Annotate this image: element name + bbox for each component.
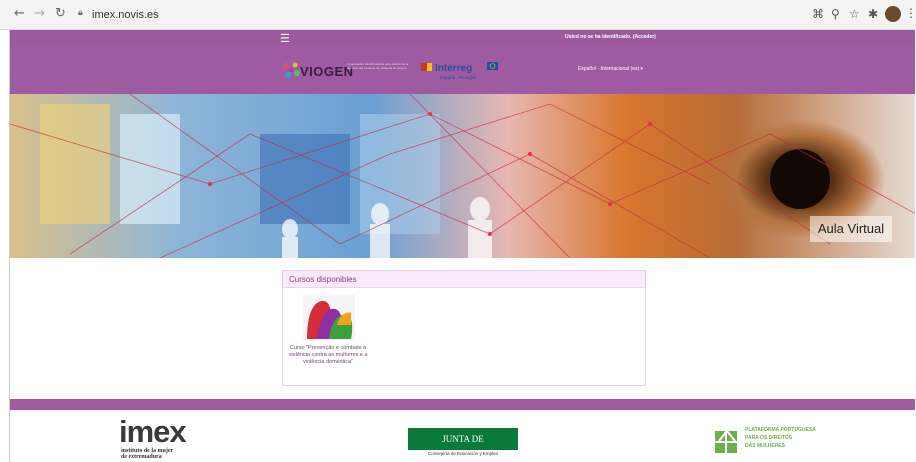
top-navbar: ☰ Usted no se ha identificado. (Acceder) <box>10 30 915 46</box>
junta-subtitle: Consejería de Educación y Empleo <box>427 451 499 456</box>
viogen-logo-text: VIOGEN <box>300 64 354 79</box>
viogen-logo-icon <box>283 62 300 78</box>
hamburger-icon[interactable]: ☰ <box>280 32 290 45</box>
imex-logo-text: imex <box>119 414 187 449</box>
interreg-name: Interreg <box>435 63 472 74</box>
imex-logo: imex instituto de la mujer de extremadur… <box>119 414 209 462</box>
site-header: VIOGEN Cooperación transfronteriza para … <box>10 46 915 94</box>
zoom-icon[interactable]: ⚲ <box>831 7 840 21</box>
interreg-sub: España - Portugal <box>440 75 476 80</box>
back-icon[interactable]: ← <box>14 6 25 21</box>
hero-banner: Aula Virtual <box>10 94 915 258</box>
page: ☰ Usted no se ha identificado. (Acceder)… <box>9 30 915 462</box>
junta-logo: JUNTA DE EXTREMADURA <box>408 428 518 462</box>
viogen-tagline: Cooperación transfronteriza para reducir… <box>347 62 409 70</box>
ppdm-logo-icon <box>715 429 737 453</box>
puzzle-icon[interactable]: ✱ <box>868 7 878 21</box>
ppdm-line2: PARA OS DIREITOS <box>745 435 793 441</box>
course-thumbnail[interactable] <box>303 295 355 341</box>
imex-subtitle: instituto de la mujer de extremadura <box>121 448 221 460</box>
star-icon[interactable]: ☆ <box>849 7 860 21</box>
course-title-link[interactable]: Curso "Prevenção e combate à violência c… <box>287 345 369 366</box>
imex-sub-line2: de extremadura <box>121 454 162 460</box>
login-link[interactable]: Usted no se ha identificado. (Acceder) <box>565 34 656 40</box>
ppdm-line3: DAS MULHERES <box>745 443 786 449</box>
forward-icon[interactable]: → <box>34 6 45 21</box>
course-card[interactable]: Curso "Prevenção e combate à violência c… <box>287 295 369 385</box>
ppdm-line1: PLATAFORMA PORTUGUESA <box>745 427 816 433</box>
menu-dots-icon[interactable]: ⋮ <box>905 6 916 20</box>
interreg-logo: Interreg España - Portugal <box>421 62 498 80</box>
hero-image <box>10 94 915 258</box>
address-bar[interactable]: imex.novis.es <box>78 5 798 25</box>
browser-toolbar: ← → ↻ 🔒︎ imex.novis.es ⌘ ⚲ ☆ ✱ ⋮ <box>0 0 916 30</box>
footer: imex instituto de la mujer de extremadur… <box>10 410 915 462</box>
avatar[interactable] <box>885 6 901 22</box>
footer-bar <box>10 399 915 410</box>
available-courses-panel: Cursos disponibles Curso "Prevenção e co… <box>282 270 646 386</box>
language-selector[interactable]: Español - Internacional (es) ▾ <box>578 66 643 72</box>
hero-title: Aula Virtual <box>810 216 892 242</box>
courses-heading: Cursos disponibles <box>283 271 645 288</box>
reload-icon[interactable]: ↻ <box>55 6 66 21</box>
ppdm-logo-text: PLATAFORMA PORTUGUESA PARA OS DIREITOS D… <box>745 426 835 450</box>
extensions-grid-icon[interactable]: ⌘ <box>812 7 824 21</box>
